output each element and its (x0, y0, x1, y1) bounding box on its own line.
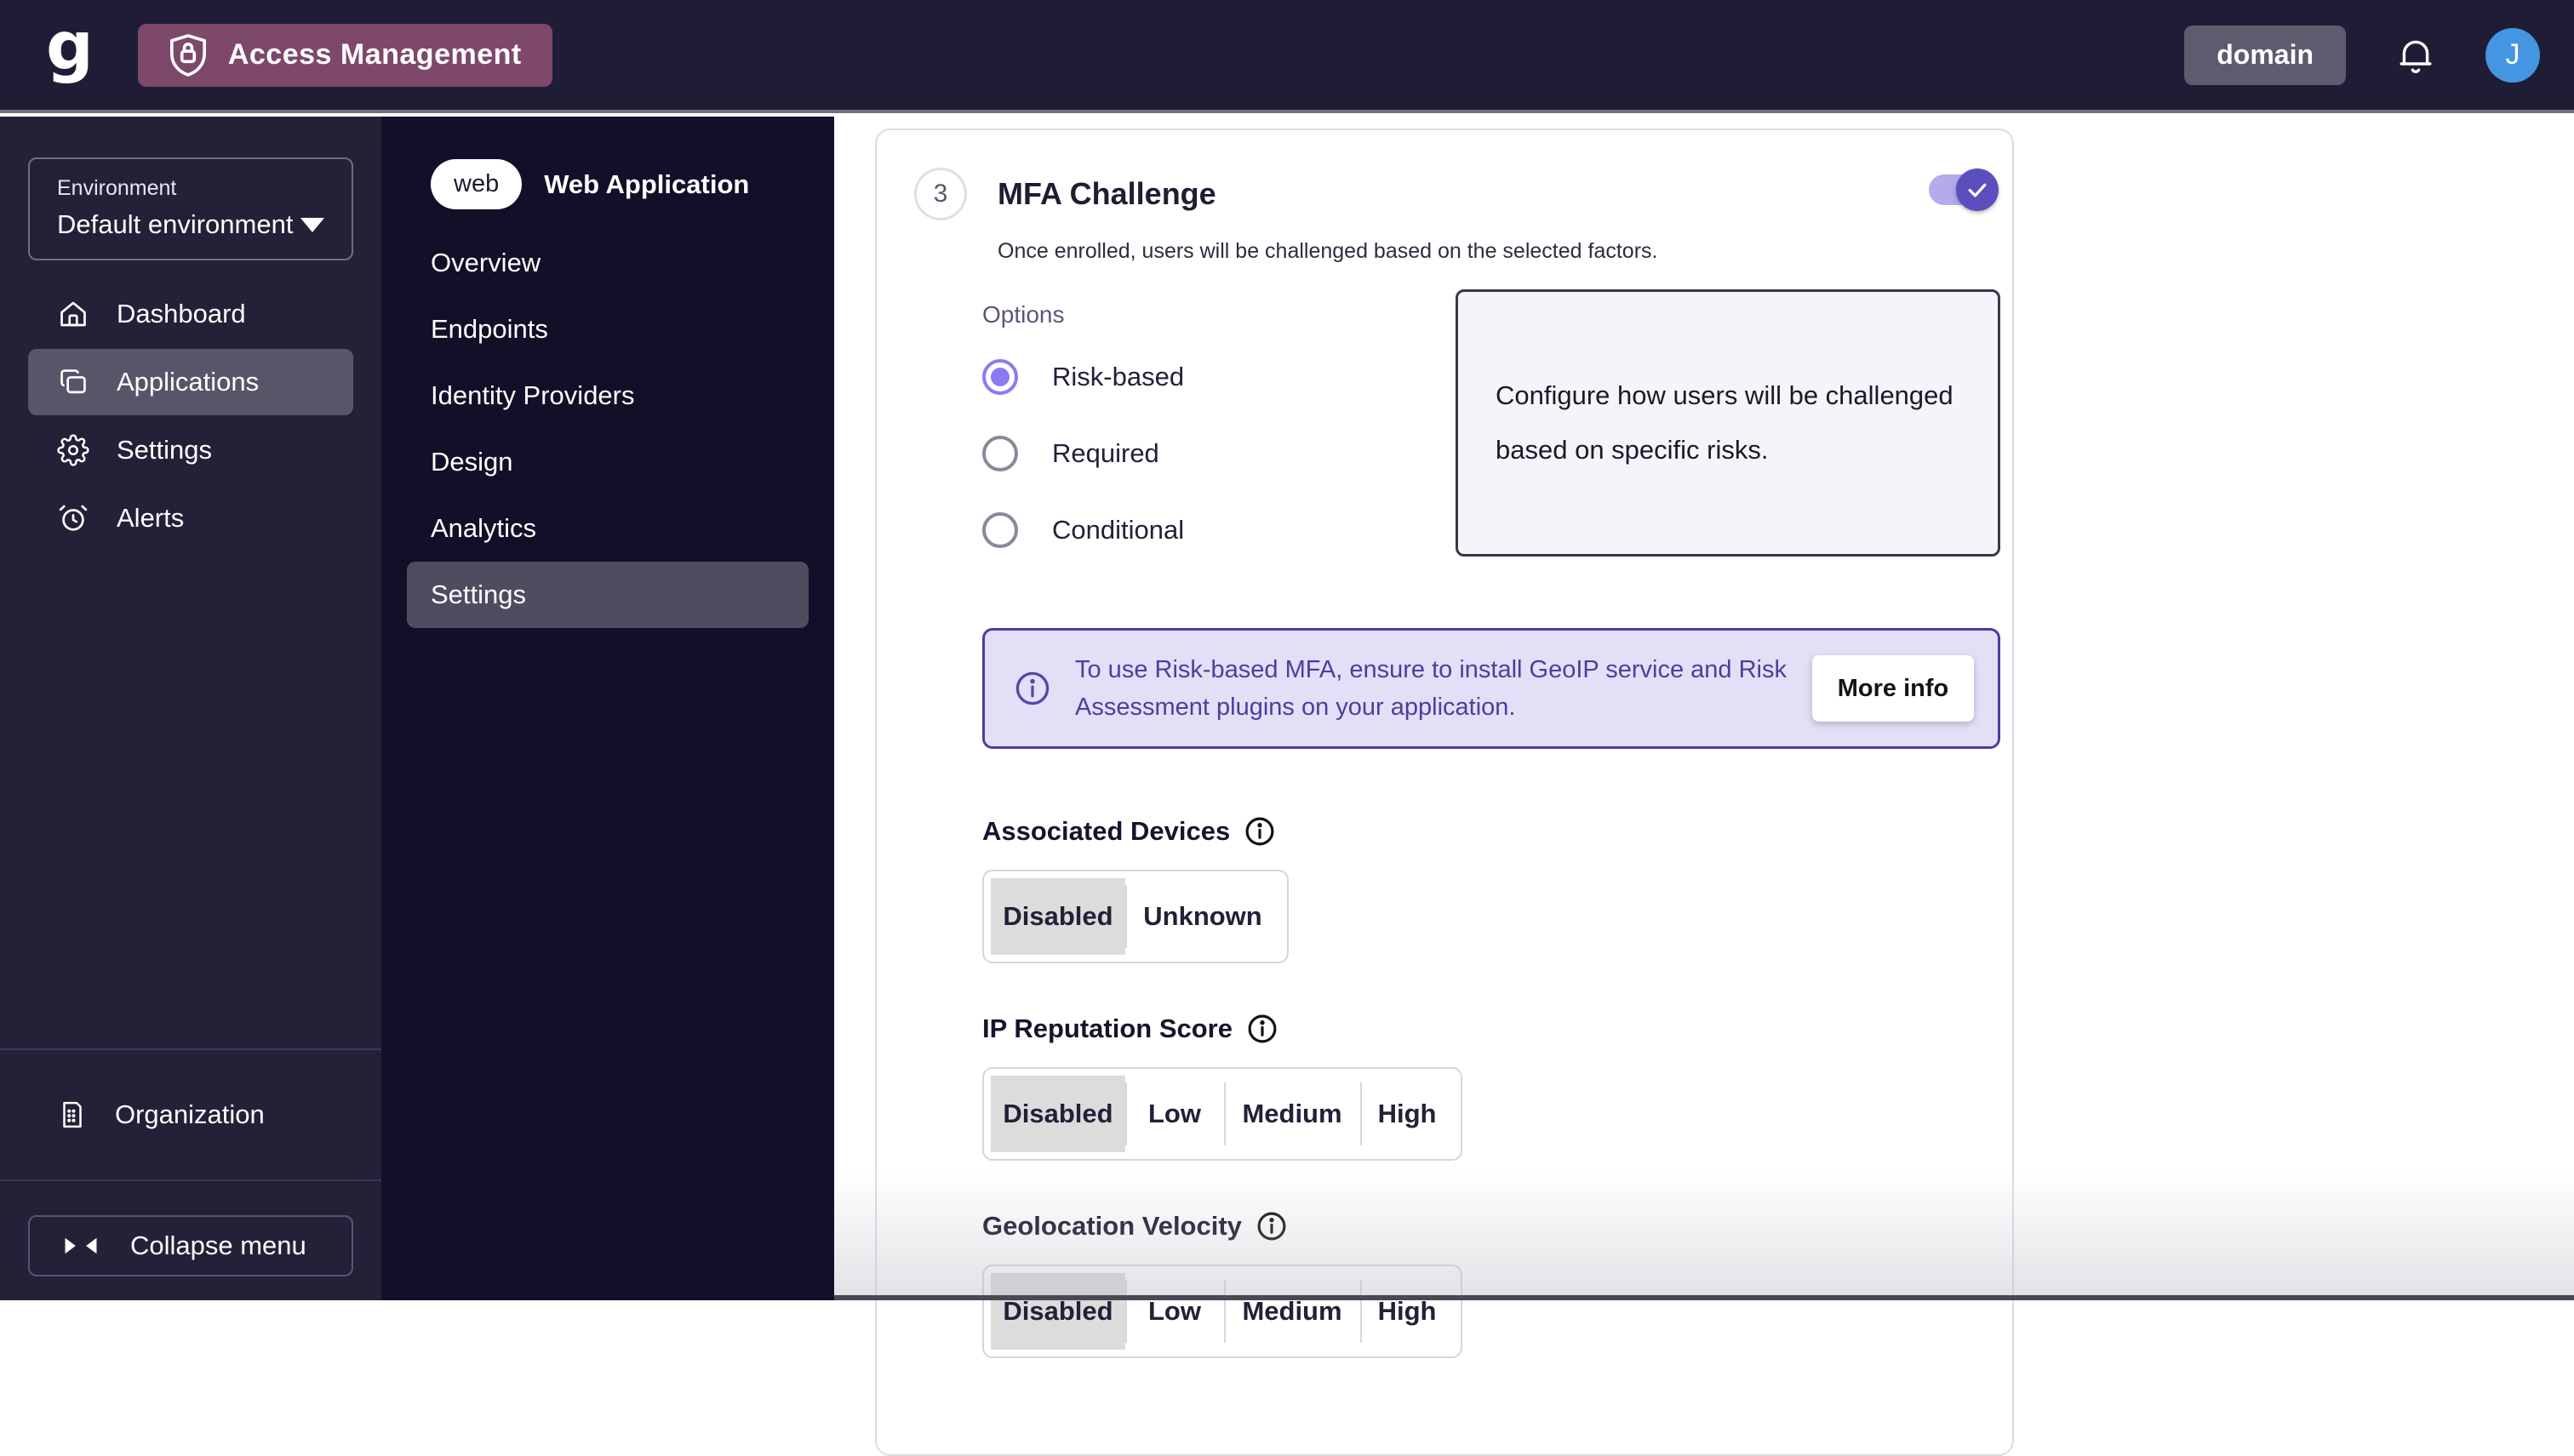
app-nav-item-endpoints[interactable]: Endpoints (407, 296, 809, 363)
domain-button[interactable]: domain (2184, 26, 2346, 85)
card-header: 3 MFA Challenge (914, 168, 2000, 220)
options-section: Options Risk-based Required Conditional (914, 301, 2000, 589)
segment-high[interactable]: High (1360, 1076, 1454, 1152)
segment-high[interactable]: High (1360, 1273, 1454, 1350)
app-nav-item-analytics[interactable]: Analytics (407, 495, 809, 562)
app-type-badge: web (431, 159, 522, 209)
notifications-bell-icon[interactable] (2395, 35, 2436, 76)
radio-option-risk-based[interactable]: Risk-based (982, 359, 1425, 395)
sidebar-item-label: Dashboard (117, 299, 246, 329)
alert-text: To use Risk-based MFA, ensure to install… (1075, 651, 1787, 726)
step-number-badge: 3 (914, 168, 967, 220)
access-management-label: Access Management (228, 38, 522, 71)
segment-disabled[interactable]: Disabled (991, 1273, 1125, 1350)
shield-lock-icon (169, 33, 208, 77)
associated-devices-segmented-control: Disabled Unknown (982, 870, 1289, 963)
check-icon (1965, 177, 1990, 203)
app-nav-item-settings[interactable]: Settings (407, 562, 809, 628)
collapse-arrows-icon (64, 1236, 98, 1255)
sidebar-divider (0, 1048, 381, 1050)
sidebar-item-settings[interactable]: Settings (28, 417, 353, 483)
segment-disabled[interactable]: Disabled (991, 1076, 1125, 1152)
sidebar-item-applications[interactable]: Applications (28, 349, 353, 415)
sidebar-nav: Dashboard Applications Settings Alerts (0, 281, 381, 551)
segment-low[interactable]: Low (1125, 1076, 1224, 1152)
card-subtitle: Once enrolled, users will be challenged … (998, 239, 2000, 264)
page-title: MFA Challenge (998, 176, 1216, 212)
application-nav: web Web Application Overview Endpoints I… (381, 117, 834, 1300)
info-circle-icon (1014, 670, 1051, 707)
radio-icon (982, 359, 1018, 395)
organization-label: Organization (115, 1099, 265, 1130)
applications-icon (57, 366, 89, 398)
mfa-challenge-toggle[interactable] (1929, 174, 1995, 205)
sidebar-item-label: Settings (117, 435, 212, 465)
mfa-mode-radio-group: Risk-based Required Conditional (982, 359, 1425, 548)
alarm-clock-icon (57, 502, 89, 534)
sidebar-item-label: Applications (117, 367, 259, 397)
more-info-button[interactable]: More info (1812, 655, 1974, 722)
risk-description-panel: Configure how users will be challenged b… (1456, 289, 2000, 557)
environment-selector[interactable]: Environment Default environment (28, 157, 353, 260)
segment-medium[interactable]: Medium (1224, 1273, 1360, 1350)
application-title: Web Application (544, 169, 749, 200)
segment-low[interactable]: Low (1125, 1273, 1224, 1350)
organization-icon (57, 1099, 88, 1131)
geolocation-velocity-segmented-control: Disabled Low Medium High (982, 1265, 1462, 1358)
topbar: g Access Management domain J (0, 0, 2574, 113)
sidebar-item-organization[interactable]: Organization (28, 1074, 353, 1156)
factor-heading-geolocation-velocity: Geolocation Velocity (982, 1210, 2000, 1242)
info-circle-icon[interactable] (1244, 815, 1276, 848)
avatar-initial: J (2506, 38, 2520, 71)
chevron-down-icon (300, 218, 324, 232)
app-nav-item-overview[interactable]: Overview (407, 230, 809, 296)
risk-panel-text: Configure how users will be challenged b… (1496, 368, 1960, 477)
gear-icon (57, 434, 89, 466)
segment-disabled[interactable]: Disabled (991, 878, 1125, 955)
main-content: 3 MFA Challenge Once enrolled, users wil… (834, 117, 2574, 1300)
bottom-edge (834, 1295, 2574, 1300)
access-management-badge[interactable]: Access Management (138, 24, 552, 87)
user-avatar[interactable]: J (2485, 28, 2540, 83)
factor-heading-associated-devices: Associated Devices (982, 815, 2000, 848)
sidebar-item-label: Alerts (117, 503, 184, 534)
gravitee-logo[interactable]: g (46, 21, 94, 72)
risk-based-info-alert: To use Risk-based MFA, ensure to install… (982, 628, 2000, 749)
collapse-menu-label: Collapse menu (130, 1230, 306, 1261)
options-label: Options (982, 301, 1425, 328)
segment-unknown[interactable]: Unknown (1125, 878, 1280, 955)
collapse-menu-button[interactable]: Collapse menu (28, 1215, 353, 1276)
sidebar-item-dashboard[interactable]: Dashboard (28, 281, 353, 347)
environment-label: Environment (57, 176, 324, 201)
main-sidebar: Environment Default environment Dashboar… (0, 117, 381, 1300)
application-nav-list: Overview Endpoints Identity Providers De… (407, 230, 809, 628)
ip-reputation-segmented-control: Disabled Low Medium High (982, 1067, 1462, 1161)
application-header: web Web Application (407, 159, 809, 209)
environment-value: Default environment (57, 209, 293, 240)
topbar-right: domain J (2184, 26, 2540, 85)
sidebar-divider (0, 1179, 381, 1181)
info-circle-icon[interactable] (1256, 1210, 1288, 1242)
radio-icon (982, 436, 1018, 471)
sidebar-item-alerts[interactable]: Alerts (28, 485, 353, 551)
home-icon (57, 298, 89, 330)
factor-heading-ip-reputation: IP Reputation Score (982, 1013, 2000, 1045)
mfa-challenge-card: 3 MFA Challenge Once enrolled, users wil… (875, 128, 2014, 1456)
info-circle-icon[interactable] (1246, 1013, 1278, 1045)
app-nav-item-design[interactable]: Design (407, 429, 809, 495)
radio-option-required[interactable]: Required (982, 436, 1425, 471)
radio-icon (982, 512, 1018, 548)
app-nav-item-identity-providers[interactable]: Identity Providers (407, 363, 809, 429)
segment-medium[interactable]: Medium (1224, 1076, 1360, 1152)
radio-option-conditional[interactable]: Conditional (982, 512, 1425, 548)
